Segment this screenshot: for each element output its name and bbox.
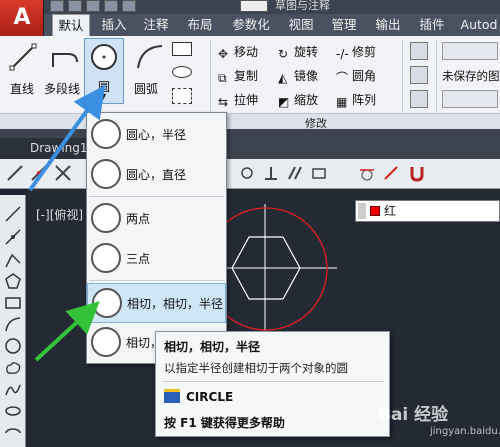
baidu-watermark: Bai 经验 — [378, 405, 449, 425]
baidu-watermark-url: jingyan.baidu.com — [430, 426, 500, 437]
green-arrow — [34, 301, 100, 362]
blue-arrow — [28, 84, 106, 192]
annotation-arrows — [28, 84, 106, 362]
